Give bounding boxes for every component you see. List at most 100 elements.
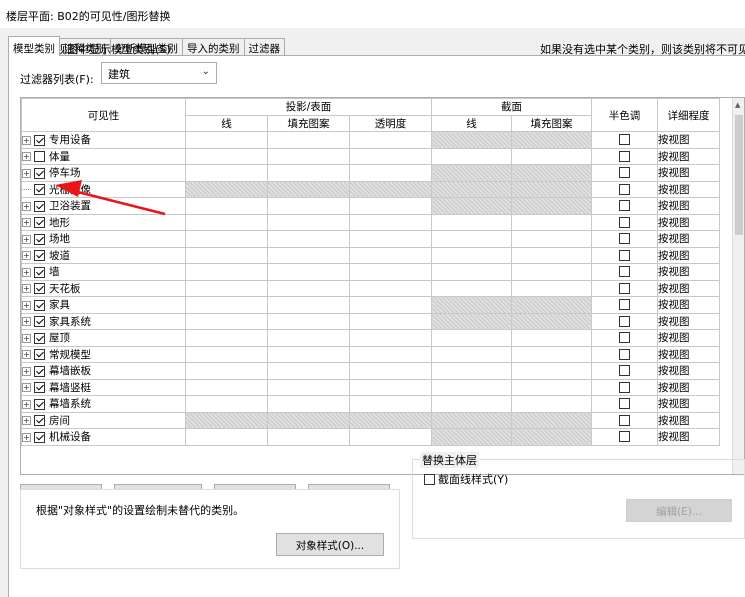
- transparency-cell[interactable]: [349, 329, 432, 347]
- table-row[interactable]: + 屋顶 按视图: [21, 329, 720, 347]
- halftone-cell[interactable]: [591, 411, 658, 429]
- cut-fill-cell[interactable]: [511, 246, 592, 264]
- cut-fill-cell[interactable]: [511, 180, 592, 198]
- detail-level-cell[interactable]: 按视图: [657, 147, 720, 165]
- detail-level-cell[interactable]: 按视图: [657, 411, 720, 429]
- projection-fill-cell[interactable]: [267, 246, 350, 264]
- projection-line-cell[interactable]: [185, 197, 268, 215]
- halftone-checkbox[interactable]: [619, 348, 630, 360]
- cut-line-cell[interactable]: [431, 246, 512, 264]
- category-cell[interactable]: + 天花板: [21, 279, 186, 297]
- detail-level-cell[interactable]: 按视图: [657, 329, 720, 347]
- projection-line-cell[interactable]: [185, 147, 268, 165]
- visibility-checkbox[interactable]: [34, 431, 45, 443]
- projection-fill-cell[interactable]: [267, 296, 350, 314]
- expand-icon[interactable]: +: [22, 416, 31, 426]
- tab-imported-categories[interactable]: 导入的类别: [182, 38, 245, 56]
- cut-line-cell[interactable]: [431, 197, 512, 215]
- projection-fill-cell[interactable]: [267, 279, 350, 297]
- transparency-cell[interactable]: [349, 230, 432, 248]
- transparency-cell[interactable]: [349, 362, 432, 380]
- cut-line-cell[interactable]: [431, 180, 512, 198]
- cut-line-cell[interactable]: [431, 279, 512, 297]
- halftone-cell[interactable]: [591, 312, 658, 330]
- category-cell[interactable]: + 墙: [21, 263, 186, 281]
- halftone-cell[interactable]: [591, 197, 658, 215]
- detail-level-cell[interactable]: 按视图: [657, 279, 720, 297]
- table-row[interactable]: + 坡道 按视图: [21, 246, 720, 264]
- projection-line-cell[interactable]: [185, 428, 268, 446]
- table-row[interactable]: + 墙按视图: [21, 263, 720, 281]
- visibility-checkbox[interactable]: [34, 332, 45, 344]
- table-row[interactable]: + 天花板 按视图: [21, 279, 720, 297]
- cut-fill-cell[interactable]: [511, 428, 592, 446]
- cut-line-cell[interactable]: [431, 378, 512, 396]
- cut-line-cell[interactable]: [431, 131, 512, 149]
- halftone-cell[interactable]: [591, 180, 658, 198]
- projection-line-cell[interactable]: [185, 164, 268, 182]
- halftone-checkbox[interactable]: [619, 282, 630, 294]
- cut-line-cell[interactable]: [431, 312, 512, 330]
- scroll-thumb[interactable]: [735, 115, 743, 235]
- cut-line-cell[interactable]: [431, 296, 512, 314]
- expand-icon[interactable]: +: [22, 399, 31, 409]
- transparency-cell[interactable]: [349, 345, 432, 363]
- halftone-cell[interactable]: [591, 329, 658, 347]
- grid-scrollbar[interactable]: ▲: [732, 98, 744, 474]
- visibility-checkbox[interactable]: [34, 217, 45, 229]
- expand-icon[interactable]: +: [22, 135, 31, 145]
- category-cell[interactable]: + 地形: [21, 213, 186, 231]
- expand-icon[interactable]: +: [22, 251, 31, 261]
- transparency-cell[interactable]: [349, 411, 432, 429]
- halftone-checkbox[interactable]: [619, 150, 630, 162]
- table-row[interactable]: + 幕墙嵌板 按视图: [21, 362, 720, 380]
- projection-fill-cell[interactable]: [267, 180, 350, 198]
- filter-list-dropdown[interactable]: 建筑 ⌄: [101, 62, 217, 84]
- detail-level-cell[interactable]: 按视图: [657, 395, 720, 413]
- projection-fill-cell[interactable]: [267, 362, 350, 380]
- visibility-checkbox[interactable]: [34, 382, 45, 394]
- halftone-cell[interactable]: [591, 345, 658, 363]
- detail-level-cell[interactable]: 按视图: [657, 197, 720, 215]
- category-cell[interactable]: + 常规模型: [21, 345, 186, 363]
- projection-fill-cell[interactable]: [267, 230, 350, 248]
- detail-level-cell[interactable]: 按视图: [657, 362, 720, 380]
- transparency-cell[interactable]: [349, 378, 432, 396]
- transparency-cell[interactable]: [349, 213, 432, 231]
- cut-fill-cell[interactable]: [511, 312, 592, 330]
- projection-line-cell[interactable]: [185, 395, 268, 413]
- halftone-cell[interactable]: [591, 279, 658, 297]
- table-row[interactable]: + 常规模型 按视图: [21, 345, 720, 363]
- projection-fill-cell[interactable]: [267, 131, 350, 149]
- transparency-cell[interactable]: [349, 428, 432, 446]
- projection-line-cell[interactable]: [185, 378, 268, 396]
- projection-fill-cell[interactable]: [267, 263, 350, 281]
- projection-fill-cell[interactable]: [267, 147, 350, 165]
- cut-line-styles-label[interactable]: 截面线样式(Y): [438, 471, 508, 487]
- halftone-checkbox[interactable]: [619, 200, 630, 212]
- halftone-checkbox[interactable]: [619, 233, 630, 245]
- visibility-checkbox[interactable]: [34, 415, 45, 427]
- projection-line-cell[interactable]: [185, 411, 268, 429]
- transparency-cell[interactable]: [349, 263, 432, 281]
- visibility-checkbox[interactable]: [34, 299, 45, 311]
- category-cell[interactable]: + 场地: [21, 230, 186, 248]
- visibility-checkbox[interactable]: [34, 151, 45, 163]
- category-cell[interactable]: + 家具: [21, 296, 186, 314]
- tab-model-categories[interactable]: 模型类别: [8, 36, 60, 56]
- cut-line-cell[interactable]: [431, 147, 512, 165]
- cut-fill-cell[interactable]: [511, 230, 592, 248]
- transparency-cell[interactable]: [349, 296, 432, 314]
- edit-button[interactable]: 编辑(E)...: [626, 499, 732, 522]
- halftone-cell[interactable]: [591, 362, 658, 380]
- transparency-cell[interactable]: [349, 246, 432, 264]
- halftone-cell[interactable]: [591, 395, 658, 413]
- category-cell[interactable]: + 幕墙系统: [21, 395, 186, 413]
- projection-line-cell[interactable]: [185, 131, 268, 149]
- cut-fill-cell[interactable]: [511, 131, 592, 149]
- visibility-checkbox[interactable]: [34, 316, 45, 328]
- halftone-cell[interactable]: [591, 230, 658, 248]
- category-cell[interactable]: + 机械设备: [21, 428, 186, 446]
- cut-fill-cell[interactable]: [511, 263, 592, 281]
- category-cell[interactable]: + 停车场: [21, 164, 186, 182]
